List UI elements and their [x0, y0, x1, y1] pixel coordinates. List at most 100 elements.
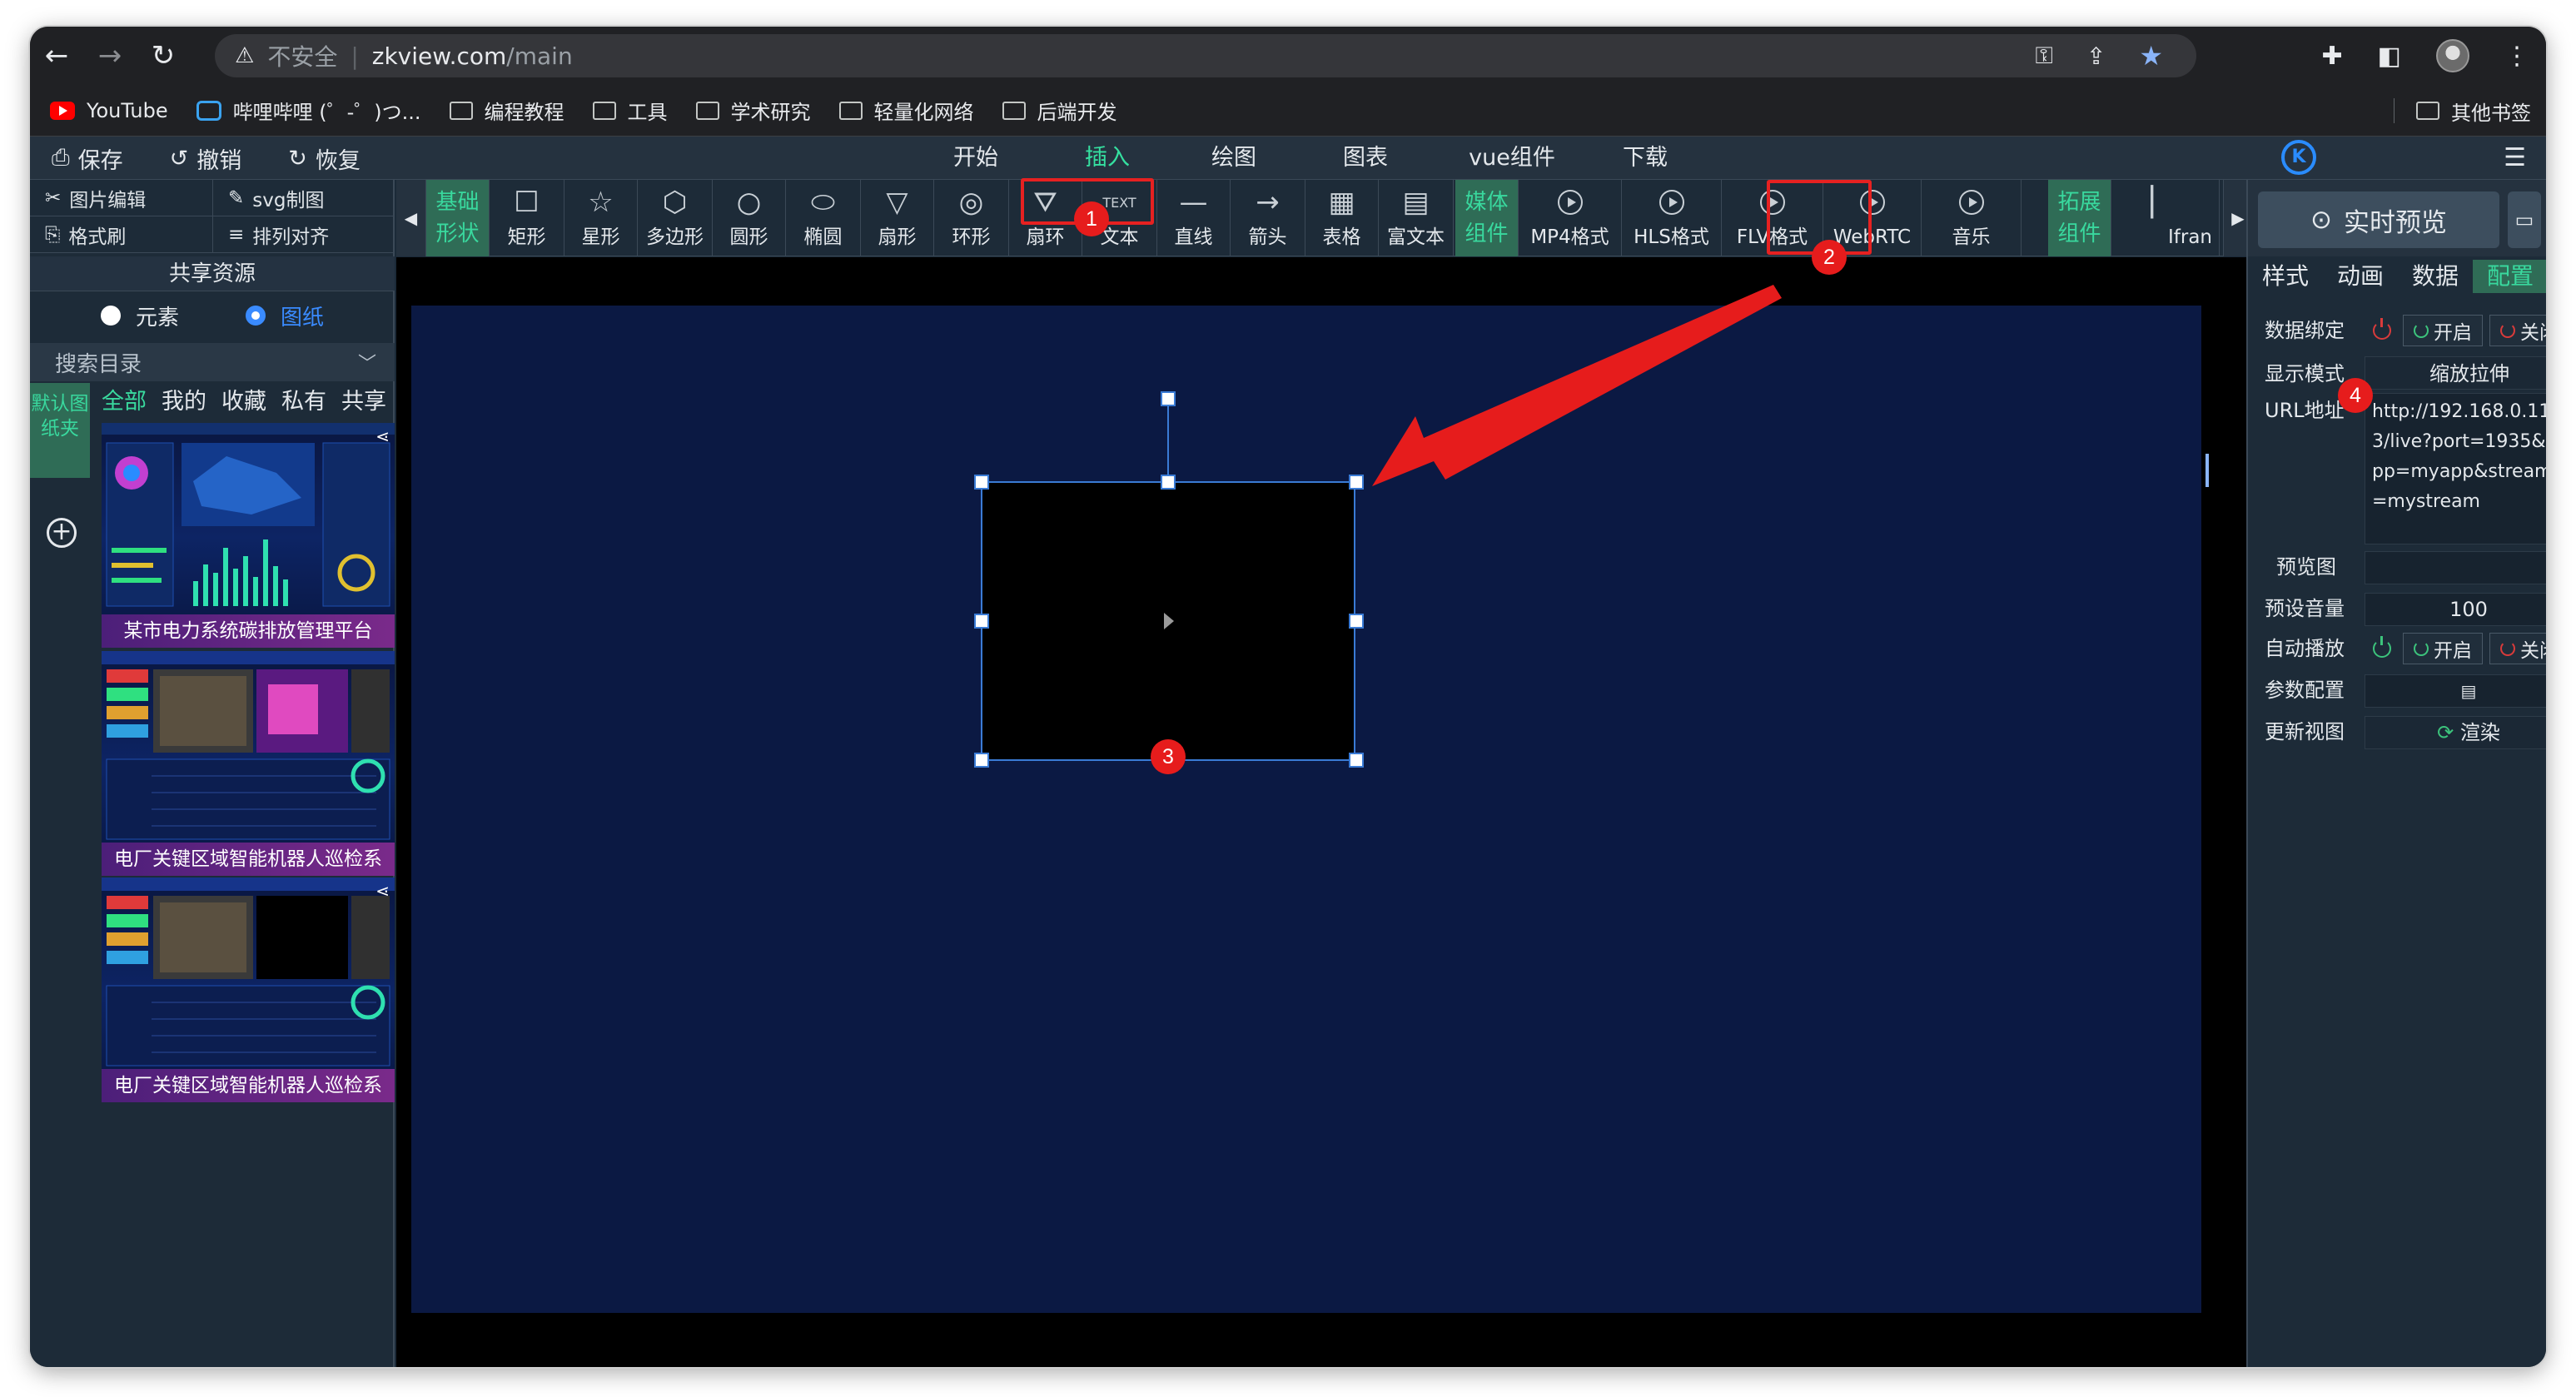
image-edit-button[interactable]: ✂ 图片编辑: [30, 180, 213, 216]
power-icon: [2373, 636, 2391, 658]
tool-label: 格式刷: [68, 226, 127, 248]
format-painter-button[interactable]: ⎘ 格式刷: [30, 216, 213, 253]
richtext-icon: ▤: [1402, 186, 1430, 219]
display-mode-select[interactable]: 缩放拉伸 ﹀: [2365, 356, 2546, 390]
paper-thumbnail[interactable]: 电厂关键区域智能机器人巡检系: [102, 651, 395, 876]
volume-input[interactable]: 100: [2365, 593, 2546, 626]
address-bar[interactable]: ⚠ 不安全 | zkview.com /main ⚿ ⇪ ★: [215, 34, 2196, 77]
bookmark-folder[interactable]: 编程教程: [449, 96, 564, 125]
bookmark-folder[interactable]: 后端开发: [1002, 96, 1117, 125]
group-media: 媒体组件: [1455, 180, 1519, 256]
design-paper[interactable]: [411, 306, 2201, 1313]
add-folder-icon[interactable]: +: [47, 518, 77, 548]
enable-autoplay-button[interactable]: 开启: [2403, 633, 2483, 664]
tool-label: 多边形: [646, 226, 704, 248]
insert-line-button[interactable]: — 直线: [1157, 180, 1231, 256]
resize-handle-sw[interactable]: [974, 753, 989, 768]
star-icon[interactable]: ★: [2139, 40, 2163, 72]
radio-element[interactable]: 元素: [100, 301, 179, 331]
tab-data[interactable]: 数据: [2398, 260, 2473, 293]
disable-autoplay-button[interactable]: 关闭: [2489, 633, 2546, 664]
insert-sector-button[interactable]: ▽ 扇形: [861, 180, 934, 256]
folder-icon: [2416, 102, 2439, 120]
redo-button[interactable]: ↻ 恢复: [288, 142, 361, 175]
tab-animation[interactable]: 动画: [2323, 260, 2398, 293]
filter-private[interactable]: 私有: [281, 383, 326, 416]
forward-icon[interactable]: →: [83, 27, 137, 85]
insert-ring-button[interactable]: ◎ 环形: [934, 180, 1009, 256]
save-button[interactable]: ⎙ 保存: [52, 142, 123, 175]
panel-toggle-icon[interactable]: ▭: [2508, 191, 2541, 248]
resize-handle-ne[interactable]: [1349, 475, 1364, 490]
render-button[interactable]: ⟳ 渲染: [2365, 716, 2546, 749]
hamburger-menu-icon[interactable]: ☰: [2504, 137, 2526, 180]
kebab-menu-icon[interactable]: ⋮: [2504, 42, 2529, 71]
insert-ellipse-button[interactable]: ⬭ 椭圆: [786, 180, 861, 256]
insert-table-button[interactable]: ▦ 表格: [1305, 180, 1379, 256]
other-bookmarks[interactable]: 其他书签: [2394, 85, 2531, 137]
tab-draw[interactable]: 绘图: [1192, 137, 1276, 180]
resize-handle-se[interactable]: [1349, 753, 1364, 768]
search-directory-select[interactable]: 搜索目录 ﹀: [30, 343, 395, 381]
filter-mine[interactable]: 我的: [162, 383, 206, 416]
bookmark-folder[interactable]: 工具: [592, 96, 668, 125]
tab-insert[interactable]: 插入: [1049, 137, 1166, 180]
scroll-left-icon[interactable]: ◀: [396, 180, 426, 256]
resize-handle-n[interactable]: [1161, 475, 1176, 490]
insert-rect-button[interactable]: ☐ 矩形: [490, 180, 564, 256]
preview-label: 实时预览: [2343, 207, 2447, 238]
url-textarea[interactable]: http://192.168.0.113/live?port=1935&app=…: [2365, 393, 2546, 544]
insert-circle-button[interactable]: ○ 圆形: [713, 180, 786, 256]
insert-polygon-button[interactable]: ⬡ 多边形: [638, 180, 713, 256]
disable-binding-button[interactable]: 关闭: [2489, 315, 2546, 346]
sidepanel-icon[interactable]: ◧: [2378, 42, 2401, 71]
rotate-handle[interactable]: [1161, 391, 1176, 406]
filter-all[interactable]: 全部: [102, 383, 147, 416]
preview-image-field[interactable]: [2365, 551, 2546, 584]
bookmark-youtube[interactable]: YouTube: [50, 99, 168, 122]
insert-arrow-button[interactable]: → 箭头: [1231, 180, 1305, 256]
params-button[interactable]: ▤: [2365, 674, 2546, 708]
tab-start[interactable]: 开始: [934, 137, 1017, 180]
undo-button[interactable]: ↺ 撤销: [170, 142, 242, 175]
enable-binding-button[interactable]: 开启: [2403, 315, 2483, 346]
extensions-icon[interactable]: ✚: [2322, 42, 2343, 71]
hexagon-icon: ⬡: [662, 186, 688, 219]
insert-star-button[interactable]: ☆ 星形: [564, 180, 638, 256]
back-icon[interactable]: ←: [30, 27, 83, 85]
insert-richtext-button[interactable]: ▤ 富文本: [1379, 180, 1454, 256]
live-preview-button[interactable]: ⊙ 实时预览: [2258, 191, 2499, 248]
bookmark-folder[interactable]: 轻量化网络: [838, 96, 974, 125]
share-icon[interactable]: ⋖: [375, 881, 390, 901]
insert-toolbar: ◀ 基础形状 ☐ 矩形 ☆ 星形 ⬡ 多边形 ○ 圆形 ⬭ 椭圆 ▽ 扇形 ◎ 环形 ⛛ 扇环 …: [396, 180, 2253, 256]
share-icon[interactable]: ⋖: [375, 426, 390, 446]
group-extensions: 拓展组件: [2048, 180, 2111, 256]
paper-thumbnail[interactable]: ⋖ 电厂关键区域智能机器人巡检系: [102, 877, 395, 1102]
align-button[interactable]: ≡ 排列对齐: [213, 216, 395, 253]
resize-handle-nw[interactable]: [974, 475, 989, 490]
default-folder-tab[interactable]: 默认图纸夹: [30, 383, 90, 478]
tab-chart[interactable]: 图表: [1324, 137, 1407, 180]
insert-iframe-button[interactable]: ▏ Ifran: [2111, 180, 2220, 256]
radio-paper[interactable]: 图纸: [246, 301, 324, 331]
table-icon: ▦: [1328, 186, 1355, 219]
tab-config[interactable]: 配置: [2473, 260, 2546, 293]
filter-favorites[interactable]: 收藏: [221, 383, 266, 416]
insert-music-button[interactable]: 音乐: [1922, 180, 2022, 256]
tab-download[interactable]: 下载: [1604, 137, 1687, 180]
insert-mp4-button[interactable]: MP4格式: [1519, 180, 1622, 256]
reload-icon[interactable]: ↻: [137, 27, 190, 85]
bookmark-bilibili[interactable]: 哔哩哔哩 (゜-゜)つ...: [196, 96, 421, 125]
tab-vue-components[interactable]: vue组件: [1445, 137, 1579, 180]
tab-style[interactable]: 样式: [2248, 260, 2323, 293]
share-icon[interactable]: ⇪: [2086, 42, 2106, 70]
paper-thumbnail[interactable]: ⋖ 某市电力系统碳排放管理平台: [102, 423, 395, 648]
bookmark-folder[interactable]: 学术研究: [695, 96, 811, 125]
resize-handle-e[interactable]: [1349, 614, 1364, 629]
key-icon[interactable]: ⚿: [2036, 42, 2053, 70]
filter-shared[interactable]: 共享: [341, 383, 386, 416]
profile-avatar[interactable]: [2436, 39, 2469, 72]
svg-draw-button[interactable]: ✎ svg制图: [213, 180, 395, 216]
insert-hls-button[interactable]: HLS格式: [1622, 180, 1722, 256]
resize-handle-w[interactable]: [974, 614, 989, 629]
